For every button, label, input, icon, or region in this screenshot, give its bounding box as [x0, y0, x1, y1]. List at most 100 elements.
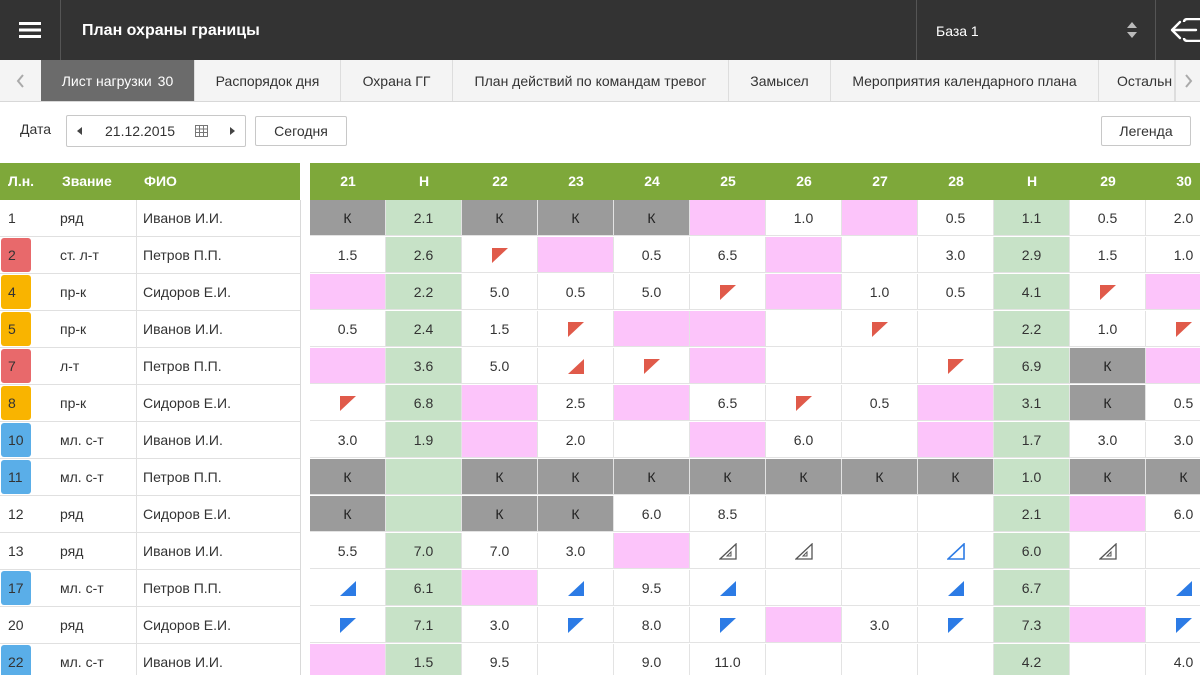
grid-cell[interactable]: [766, 533, 842, 569]
table-row[interactable]: 1 ряд Иванов И.И.: [0, 200, 300, 237]
grid-cell[interactable]: 8.5: [690, 496, 766, 532]
grid-cell[interactable]: 4.1: [994, 274, 1070, 310]
grid-cell[interactable]: К: [462, 200, 538, 236]
grid-cell[interactable]: [386, 496, 462, 532]
grid-cell[interactable]: 7.3: [994, 607, 1070, 643]
grid-cell[interactable]: [1146, 570, 1200, 606]
grid-cell[interactable]: 1.0: [842, 274, 918, 310]
grid-cell[interactable]: [766, 274, 842, 310]
grid-cell[interactable]: [766, 311, 842, 347]
grid-cell[interactable]: 6.0: [1146, 496, 1200, 532]
tab-concept[interactable]: Замысел: [729, 60, 831, 101]
grid-cell[interactable]: 0.5: [538, 274, 614, 310]
grid-cell[interactable]: 1.5: [1070, 237, 1146, 273]
grid-cell[interactable]: К: [310, 496, 386, 532]
grid-cell[interactable]: К: [538, 496, 614, 532]
grid-cell[interactable]: [690, 570, 766, 606]
grid-cell[interactable]: 7.1: [386, 607, 462, 643]
grid-cell[interactable]: 2.1: [994, 496, 1070, 532]
tab-alarm-plan[interactable]: План действий по командам тревог: [453, 60, 729, 101]
grid-cell[interactable]: [842, 570, 918, 606]
grid-cell[interactable]: К: [1146, 459, 1200, 495]
table-row[interactable]: 20 ряд Сидоров Е.И.: [0, 607, 300, 644]
grid-cell[interactable]: [766, 644, 842, 675]
grid-cell[interactable]: [310, 385, 386, 421]
grid-cell[interactable]: К: [614, 459, 690, 495]
tab-other[interactable]: Остальн: [1099, 60, 1175, 101]
grid-cell[interactable]: [766, 237, 842, 273]
calendar-icon[interactable]: [195, 125, 208, 137]
grid-cell[interactable]: [690, 607, 766, 643]
grid-cell[interactable]: [842, 348, 918, 384]
grid-cell[interactable]: К: [1070, 459, 1146, 495]
grid-cell[interactable]: [842, 311, 918, 347]
grid-cell[interactable]: 6.7: [994, 570, 1070, 606]
grid-cell[interactable]: 8.0: [614, 607, 690, 643]
legend-button[interactable]: Легенда: [1101, 116, 1191, 146]
grid-cell[interactable]: [614, 385, 690, 421]
grid-cell[interactable]: [1146, 274, 1200, 310]
grid-cell[interactable]: [310, 348, 386, 384]
grid-cell[interactable]: [690, 274, 766, 310]
grid-cell[interactable]: [1070, 570, 1146, 606]
grid-cell[interactable]: 0.5: [918, 200, 994, 236]
grid-cell[interactable]: 11.0: [690, 644, 766, 675]
grid-cell[interactable]: 3.0: [538, 533, 614, 569]
grid-cell[interactable]: [690, 200, 766, 236]
grid-cell[interactable]: [842, 422, 918, 458]
grid-cell[interactable]: 5.0: [462, 274, 538, 310]
grid-cell[interactable]: [1146, 533, 1200, 569]
tab-daily-routine[interactable]: Распорядок дня: [195, 60, 341, 101]
logout-button[interactable]: [1157, 0, 1200, 60]
grid-cell[interactable]: 6.0: [614, 496, 690, 532]
grid-cell[interactable]: [614, 533, 690, 569]
grid-cell[interactable]: К: [462, 459, 538, 495]
table-row[interactable]: 12 ряд Сидоров Е.И.: [0, 496, 300, 533]
grid-cell[interactable]: 3.0: [918, 237, 994, 273]
grid-cell[interactable]: 7.0: [386, 533, 462, 569]
grid-cell[interactable]: 1.5: [310, 237, 386, 273]
grid-cell[interactable]: [918, 570, 994, 606]
grid-cell[interactable]: [1070, 644, 1146, 675]
grid-cell[interactable]: 4.0: [1146, 644, 1200, 675]
grid-cell[interactable]: 2.2: [386, 274, 462, 310]
grid-cell[interactable]: 5.0: [462, 348, 538, 384]
menu-button[interactable]: [0, 0, 61, 60]
grid-cell[interactable]: [386, 459, 462, 495]
grid-cell[interactable]: К: [310, 200, 386, 236]
grid-cell[interactable]: 1.7: [994, 422, 1070, 458]
table-row[interactable]: 10 мл. с-т Иванов И.И.: [0, 422, 300, 459]
grid-cell[interactable]: К: [766, 459, 842, 495]
grid-cell[interactable]: [538, 570, 614, 606]
tabs-scroll-left[interactable]: [0, 60, 41, 101]
grid-cell[interactable]: 3.1: [994, 385, 1070, 421]
grid-cell[interactable]: [310, 607, 386, 643]
grid-cell[interactable]: 0.5: [1146, 385, 1200, 421]
grid-cell[interactable]: 6.0: [994, 533, 1070, 569]
grid-cell[interactable]: К: [1070, 348, 1146, 384]
grid-cell[interactable]: 5.5: [310, 533, 386, 569]
grid-cell[interactable]: 0.5: [614, 237, 690, 273]
grid-cell[interactable]: 7.0: [462, 533, 538, 569]
grid-cell[interactable]: К: [842, 459, 918, 495]
table-row[interactable]: 8 пр-к Сидоров Е.И.: [0, 385, 300, 422]
grid-cell[interactable]: [918, 644, 994, 675]
tab-calendar-events[interactable]: Мероприятия календарного плана: [831, 60, 1099, 101]
tab-border-guard[interactable]: Охрана ГГ: [341, 60, 453, 101]
grid-cell[interactable]: 6.5: [690, 237, 766, 273]
grid-cell[interactable]: [766, 348, 842, 384]
grid-cell[interactable]: [918, 311, 994, 347]
table-row[interactable]: 7 л-т Петров П.П.: [0, 348, 300, 385]
grid-cell[interactable]: К: [462, 496, 538, 532]
grid-cell[interactable]: 9.5: [614, 570, 690, 606]
grid-cell[interactable]: [766, 496, 842, 532]
grid-cell[interactable]: 6.9: [994, 348, 1070, 384]
grid-cell[interactable]: [766, 385, 842, 421]
grid-cell[interactable]: 9.0: [614, 644, 690, 675]
grid-cell[interactable]: К: [690, 459, 766, 495]
grid-cell[interactable]: 6.0: [766, 422, 842, 458]
grid-cell[interactable]: [1070, 533, 1146, 569]
grid-cell[interactable]: К: [1070, 385, 1146, 421]
tabs-scroll-right[interactable]: [1175, 60, 1200, 101]
grid-cell[interactable]: 4.2: [994, 644, 1070, 675]
